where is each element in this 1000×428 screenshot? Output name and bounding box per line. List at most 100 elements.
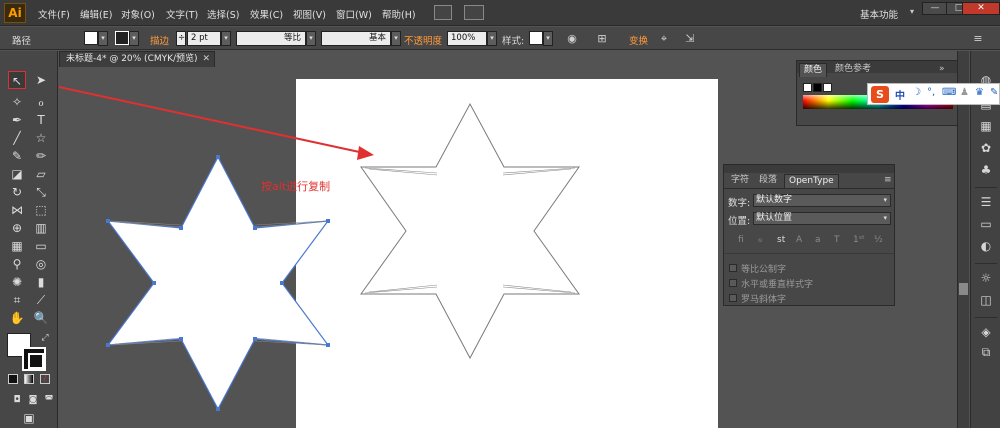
- tab-color-guide[interactable]: 颜色参考: [831, 63, 875, 77]
- magic-wand-tool-icon[interactable]: ✧: [8, 93, 26, 111]
- bridge-icon[interactable]: [434, 5, 452, 20]
- type-tool-icon[interactable]: T: [32, 111, 50, 129]
- isolate-icon[interactable]: ⌖: [656, 31, 672, 46]
- menu-window[interactable]: 窗口(W): [336, 7, 372, 21]
- stylistic-alternates-icon[interactable]: a: [815, 235, 821, 245]
- eraser-tool-icon[interactable]: ▱: [32, 165, 50, 183]
- white-swatch[interactable]: [823, 83, 832, 92]
- ime-language-toggle[interactable]: 中: [895, 87, 905, 102]
- vertical-scrollbar[interactable]: [957, 51, 969, 428]
- black-swatch[interactable]: [813, 83, 822, 92]
- symbol-sprayer-tool-icon[interactable]: ✺: [8, 273, 26, 291]
- swap-fill-stroke-icon[interactable]: ⤢: [36, 329, 54, 347]
- lasso-tool-icon[interactable]: ℴ: [32, 93, 50, 111]
- scale-tool-icon[interactable]: ⤡: [32, 183, 50, 201]
- discretionary-ligatures-icon[interactable]: st: [777, 235, 785, 245]
- brush-definition[interactable]: 基本: [321, 31, 391, 46]
- brush-dropdown[interactable]: ▾: [391, 31, 401, 46]
- opacity-field[interactable]: 100%: [447, 31, 487, 46]
- stroke-panel-icon[interactable]: ☰: [977, 193, 995, 211]
- direct-selection-tool-icon[interactable]: ➤: [32, 71, 50, 89]
- contextual-alternates-icon[interactable]: ℴ: [758, 235, 762, 245]
- gradient-mode-icon[interactable]: [24, 374, 34, 384]
- slice-tool-icon[interactable]: ⟋: [32, 291, 50, 309]
- profile-dropdown[interactable]: ▾: [306, 31, 316, 46]
- tab-character[interactable]: 字符: [727, 174, 753, 188]
- stroke-weight-field[interactable]: 2 pt: [187, 31, 221, 46]
- fractions-icon[interactable]: ½: [874, 235, 883, 245]
- pen-tool-icon[interactable]: ✒: [8, 111, 26, 129]
- tab-paragraph[interactable]: 段落: [755, 174, 781, 188]
- artboard-tool-icon[interactable]: ⌗: [8, 291, 26, 309]
- standard-ligatures-icon[interactable]: fi: [738, 235, 744, 245]
- line-tool-icon[interactable]: ╱: [8, 129, 26, 147]
- eyedropper-tool-icon[interactable]: ⚲: [8, 255, 26, 273]
- menu-help[interactable]: 帮助(H): [382, 7, 416, 21]
- document-tab[interactable]: 未标题-4* @ 20% (CMYK/预览) ✕: [59, 51, 215, 67]
- selection-tool-icon[interactable]: ↖: [8, 71, 26, 89]
- draw-inside-icon[interactable]: ◚: [40, 391, 58, 409]
- style-dropdown[interactable]: ▾: [543, 31, 553, 46]
- mesh-tool-icon[interactable]: ▦: [8, 237, 26, 255]
- paintbrush-tool-icon[interactable]: ✎: [8, 147, 26, 165]
- transparency-panel-icon[interactable]: ◐: [977, 237, 995, 255]
- tab-opentype[interactable]: OpenType: [784, 174, 839, 188]
- stroke-dropdown[interactable]: ▾: [129, 31, 139, 46]
- width-tool-icon[interactable]: ⋈: [8, 201, 26, 219]
- menu-view[interactable]: 视图(V): [293, 7, 326, 21]
- fill-dropdown[interactable]: ▾: [98, 31, 108, 46]
- hand-tool-icon[interactable]: ✋: [8, 309, 26, 327]
- close-tab-icon[interactable]: ✕: [202, 52, 210, 67]
- minimize-button[interactable]: —: [922, 2, 948, 15]
- opacity-dropdown[interactable]: ▾: [487, 31, 497, 46]
- variable-width-profile[interactable]: 等比: [236, 31, 306, 46]
- menu-effect[interactable]: 效果(C): [250, 7, 283, 21]
- figure-dropdown[interactable]: 默认数字 ▾: [753, 194, 891, 207]
- graphic-styles-icon[interactable]: ◫: [977, 291, 995, 309]
- stroke-swatch[interactable]: [115, 31, 129, 45]
- stroke-color-box[interactable]: [22, 347, 46, 371]
- menu-edit[interactable]: 编辑(E): [80, 7, 112, 21]
- stroke-weight-dropdown[interactable]: ▾: [221, 31, 231, 46]
- screen-mode-icon[interactable]: ▣: [20, 409, 38, 427]
- menu-select[interactable]: 选择(S): [207, 7, 239, 21]
- none-mode-icon[interactable]: /: [40, 374, 50, 384]
- recolor-icon[interactable]: ◉: [564, 31, 580, 46]
- skin-icon[interactable]: ♛: [975, 87, 984, 98]
- close-button[interactable]: ✕: [962, 2, 1000, 15]
- rotate-tool-icon[interactable]: ↻: [8, 183, 26, 201]
- opacity-label[interactable]: 不透明度: [404, 33, 442, 47]
- chevron-down-icon[interactable]: ▾: [910, 7, 914, 16]
- panel-menu-icon[interactable]: ≡: [880, 174, 896, 188]
- sogou-logo[interactable]: S: [871, 86, 889, 103]
- stroke-label[interactable]: 描边: [150, 33, 169, 47]
- proportional-metrics-checkbox[interactable]: [729, 264, 737, 272]
- shape-builder-tool-icon[interactable]: ⊕: [8, 219, 26, 237]
- appearance-panel-icon[interactable]: ☼: [977, 269, 995, 287]
- menu-type[interactable]: 文字(T): [166, 7, 198, 21]
- pencil-tool-icon[interactable]: ✏: [32, 147, 50, 165]
- fill-swatch[interactable]: [84, 31, 98, 45]
- ordinals-icon[interactable]: 1ˢᵗ: [853, 235, 865, 245]
- align-icon[interactable]: ⊞: [594, 31, 610, 46]
- punctuation-icon[interactable]: °,: [927, 87, 935, 98]
- blob-brush-tool-icon[interactable]: ◪: [8, 165, 26, 183]
- position-dropdown[interactable]: 默认位置 ▾: [753, 212, 891, 225]
- menu-file[interactable]: 文件(F): [38, 7, 70, 21]
- blend-tool-icon[interactable]: ◎: [32, 255, 50, 273]
- brushes-icon[interactable]: ✿: [977, 139, 995, 157]
- star-copy[interactable]: [360, 102, 580, 360]
- horizontal-vertical-checkbox[interactable]: [729, 279, 737, 287]
- gradient-tool-icon[interactable]: ▭: [32, 237, 50, 255]
- gradient-panel-icon[interactable]: ▭: [977, 215, 995, 233]
- artboards-panel-icon[interactable]: ⧉: [977, 343, 995, 361]
- stroke-stepper[interactable]: ÷: [176, 31, 186, 46]
- arrange-documents-icon[interactable]: [464, 5, 484, 20]
- user-icon[interactable]: ♟: [960, 87, 969, 98]
- swatches-icon[interactable]: ▦: [977, 117, 995, 135]
- control-options-icon[interactable]: ≡: [970, 31, 986, 46]
- perspective-grid-tool-icon[interactable]: ▥: [32, 219, 50, 237]
- swash-icon[interactable]: A: [796, 235, 802, 245]
- symbols-icon[interactable]: ♣: [977, 161, 995, 179]
- star-original[interactable]: [106, 155, 330, 411]
